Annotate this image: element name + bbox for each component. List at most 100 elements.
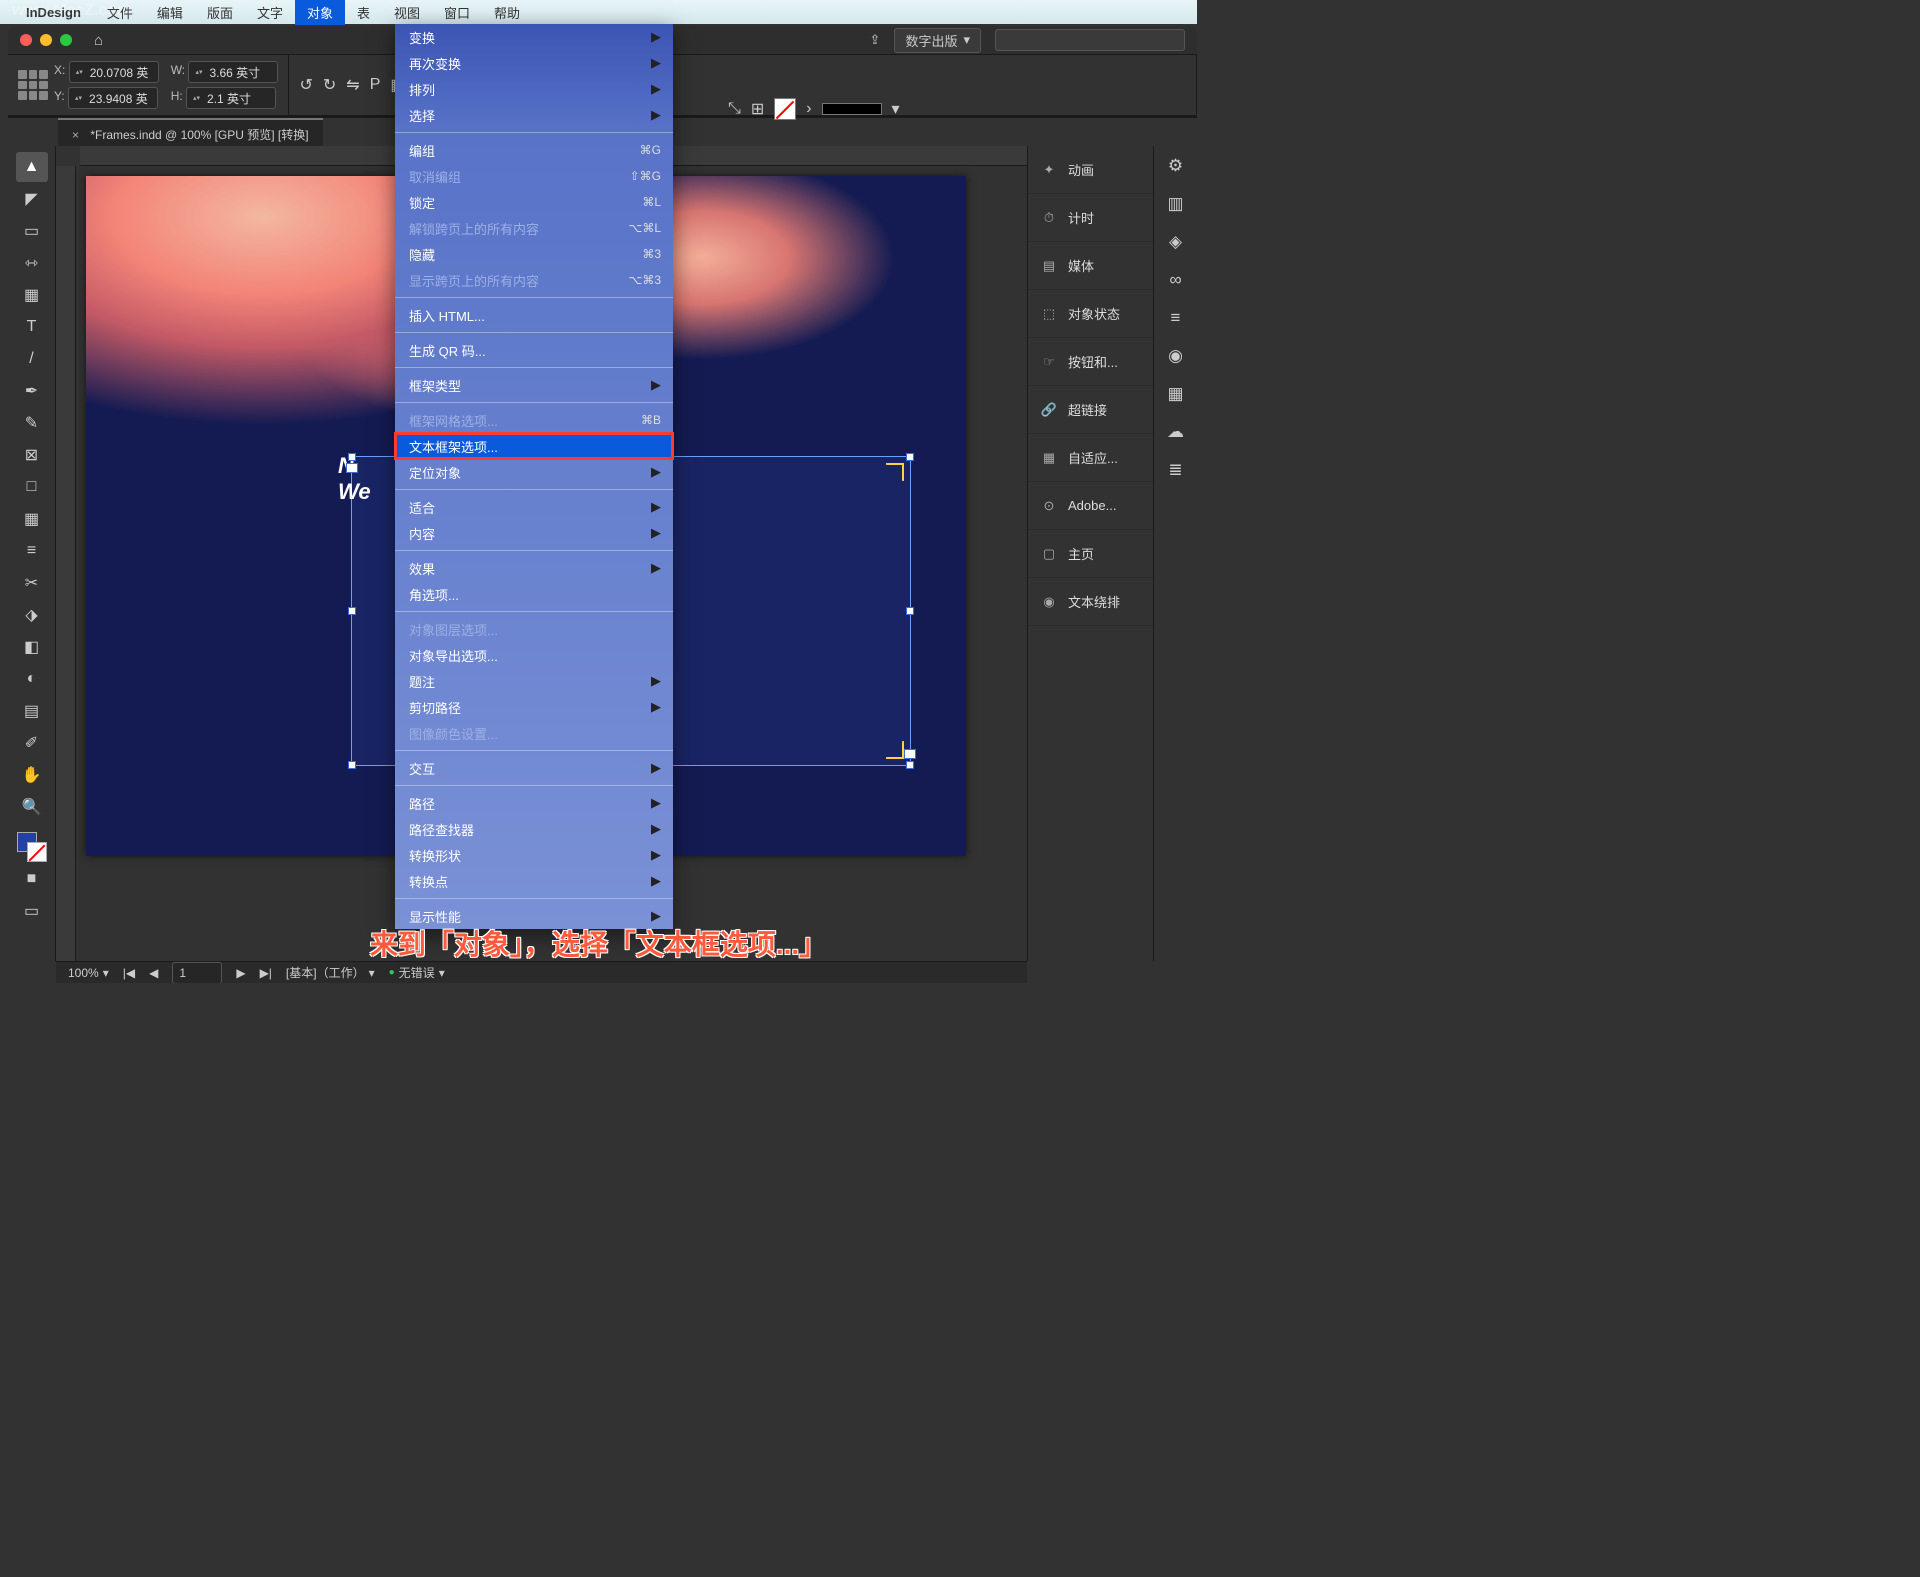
vertical-ruler[interactable] xyxy=(56,166,76,961)
pages-icon[interactable]: ▥ xyxy=(1167,194,1183,214)
panel-button[interactable]: 🔗超链接 xyxy=(1028,386,1153,434)
menu-item[interactable]: 角选项... xyxy=(395,581,673,607)
stroke-style[interactable] xyxy=(822,103,882,115)
menu-window[interactable]: 窗口 xyxy=(432,0,482,25)
menu-layout[interactable]: 版面 xyxy=(195,0,245,25)
menu-item[interactable]: 转换形状▶ xyxy=(395,842,673,868)
panel-button[interactable]: ▤媒体 xyxy=(1028,242,1153,290)
menu-item[interactable]: 效果▶ xyxy=(395,555,673,581)
stroke-color-swatch[interactable] xyxy=(27,842,47,862)
cc-libraries-icon[interactable]: ☁ xyxy=(1167,422,1184,442)
last-page-icon[interactable]: ▶| xyxy=(260,966,272,980)
page-tool[interactable]: ▭ xyxy=(16,216,48,246)
type-tool[interactable]: T xyxy=(16,312,48,342)
first-page-icon[interactable]: |◀ xyxy=(123,966,135,980)
menu-item[interactable]: 路径查找器▶ xyxy=(395,816,673,842)
note-tool[interactable]: ▤ xyxy=(16,696,48,726)
menu-help[interactable]: 帮助 xyxy=(482,0,532,25)
menu-item[interactable]: 剪切路径▶ xyxy=(395,694,673,720)
tab-close-icon[interactable]: × xyxy=(72,128,79,142)
scissors-tool[interactable]: ✂ xyxy=(16,568,48,598)
menu-view[interactable]: 视图 xyxy=(382,0,432,25)
w-input[interactable]: ▴▾3.66 英寸 xyxy=(188,61,278,83)
rotate-left-icon[interactable]: ↺ xyxy=(299,75,312,95)
zoom-tool[interactable]: 🔍 xyxy=(16,792,48,822)
rectangle-tool[interactable]: □ xyxy=(16,472,48,502)
grid-tool[interactable]: ▦ xyxy=(16,504,48,534)
paragraph-style-icon[interactable]: P xyxy=(370,76,381,94)
minimize-window-button[interactable] xyxy=(40,34,52,46)
next-page-icon[interactable]: ▶ xyxy=(236,966,245,980)
menu-item[interactable]: 对象导出选项... xyxy=(395,642,673,668)
resize-handle[interactable] xyxy=(348,607,356,615)
menu-item[interactable]: 编组⌘G xyxy=(395,137,673,163)
share-icon[interactable]: ⇪ xyxy=(870,32,881,48)
menu-table[interactable]: 表 xyxy=(345,0,382,25)
app-name[interactable]: InDesign xyxy=(26,5,81,20)
color-icon[interactable]: ◉ xyxy=(1168,346,1183,366)
fill-stroke-swatches[interactable] xyxy=(17,832,47,862)
menu-file[interactable]: 文件 xyxy=(95,0,145,25)
text-in-port[interactable] xyxy=(346,463,358,473)
menu-item[interactable]: 内容▶ xyxy=(395,520,673,546)
menu-item[interactable]: 锁定⌘L xyxy=(395,189,673,215)
stroke-swatch[interactable] xyxy=(774,98,796,120)
stroke-style-arrow-icon[interactable]: ▾ xyxy=(892,99,900,119)
resize-handle[interactable] xyxy=(906,761,914,769)
panel-button[interactable]: ✦动画 xyxy=(1028,146,1153,194)
pen-tool[interactable]: ✒ xyxy=(16,376,48,406)
panel-button[interactable]: ⬚对象状态 xyxy=(1028,290,1153,338)
page-number-input[interactable]: 1 xyxy=(172,962,222,984)
live-corner-widget[interactable] xyxy=(886,463,904,481)
menu-item[interactable]: 生成 QR 码... xyxy=(395,337,673,363)
menu-item[interactable]: 隐藏⌘3 xyxy=(395,241,673,267)
h-input[interactable]: ▴▾2.1 英寸 xyxy=(186,87,276,109)
free-transform-tool[interactable]: ⬗ xyxy=(16,600,48,630)
menu-item[interactable]: 选择▶ xyxy=(395,102,673,128)
rectangle-frame-tool[interactable]: ⊠ xyxy=(16,440,48,470)
stroke-arrow-icon[interactable]: › xyxy=(806,100,811,118)
menu-object[interactable]: 对象 xyxy=(295,0,345,25)
rotate-right-icon[interactable]: ↻ xyxy=(323,75,336,95)
menu-item[interactable]: 显示性能▶ xyxy=(395,903,673,929)
apply-color-button[interactable]: ■ xyxy=(16,864,48,894)
menu-item[interactable]: 转换点▶ xyxy=(395,868,673,894)
prev-page-icon[interactable]: ◀ xyxy=(149,966,158,980)
preflight-status[interactable]: ● 无错误 ▾ xyxy=(389,964,445,981)
lines-tool[interactable]: ≡ xyxy=(16,536,48,566)
links-icon[interactable]: ∞ xyxy=(1169,270,1181,290)
panel-button[interactable]: ☞按钮和... xyxy=(1028,338,1153,386)
panel-button[interactable]: ▦自适应... xyxy=(1028,434,1153,482)
panel-button[interactable]: ⊙Adobe... xyxy=(1028,482,1153,530)
close-window-button[interactable] xyxy=(20,34,32,46)
content-collector-tool[interactable]: ▦ xyxy=(16,280,48,310)
resize-handle[interactable] xyxy=(348,453,356,461)
home-icon[interactable]: ⌂ xyxy=(94,32,103,49)
menu-item[interactable]: 交互▶ xyxy=(395,755,673,781)
distribute-icon[interactable]: ⊞ xyxy=(751,99,764,119)
line-tool[interactable]: / xyxy=(16,344,48,374)
y-input[interactable]: ▴▾23.9408 英 xyxy=(68,87,158,109)
menu-type[interactable]: 文字 xyxy=(245,0,295,25)
x-input[interactable]: ▴▾20.0708 英 xyxy=(69,61,159,83)
status-context[interactable]: [基本]（工作） ▾ xyxy=(286,964,375,981)
swatches-icon[interactable]: ▦ xyxy=(1167,384,1183,404)
search-input[interactable] xyxy=(995,29,1185,51)
resize-handle[interactable] xyxy=(906,607,914,615)
panel-button[interactable]: ⏱计时 xyxy=(1028,194,1153,242)
menu-item[interactable]: 变换▶ xyxy=(395,24,673,50)
zoom-window-button[interactable] xyxy=(60,34,72,46)
layers-icon[interactable]: ◈ xyxy=(1169,232,1182,252)
gap-tool[interactable]: ⇿ xyxy=(16,248,48,278)
direct-selection-tool[interactable]: ◤ xyxy=(16,184,48,214)
reference-point-grid[interactable] xyxy=(18,70,48,100)
menu-item[interactable]: 插入 HTML... xyxy=(395,302,673,328)
selection-tool[interactable]: ▲ xyxy=(16,152,48,182)
gradient-swatch-tool[interactable]: ◧ xyxy=(16,632,48,662)
workspace-switcher[interactable]: 数字出版 ▾ xyxy=(894,28,981,53)
resize-handle[interactable] xyxy=(348,761,356,769)
menu-item[interactable]: 题注▶ xyxy=(395,668,673,694)
hand-tool[interactable]: ✋ xyxy=(16,760,48,790)
flip-v-icon[interactable]: ⤡ xyxy=(728,100,741,118)
gradient-feather-tool[interactable]: ◐ xyxy=(16,664,48,694)
